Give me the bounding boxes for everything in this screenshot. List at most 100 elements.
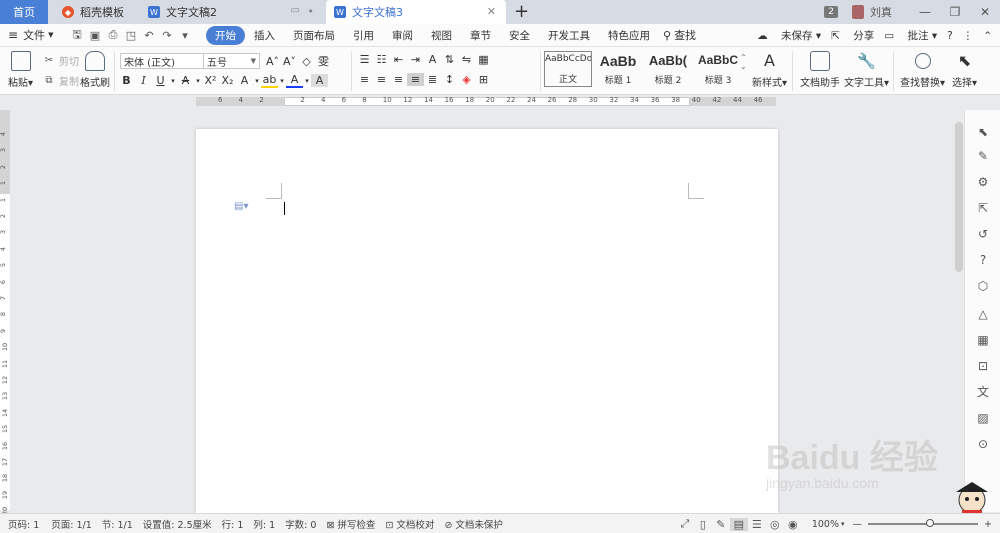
- clear-format-icon[interactable]: ◇: [298, 55, 315, 68]
- user-name[interactable]: 刘真: [870, 4, 892, 20]
- undo-icon[interactable]: ↶: [140, 29, 158, 42]
- adjust-icon[interactable]: ⚙: [975, 174, 991, 190]
- scrollbar-thumb[interactable]: [955, 122, 963, 272]
- style-heading-1[interactable]: AaBb 标题 1: [594, 51, 642, 87]
- pin-icon[interactable]: ▭: [291, 5, 300, 16]
- tab-template[interactable]: ◆ 稻壳模板: [52, 0, 136, 24]
- pages-status[interactable]: 页面: 1/1: [51, 517, 92, 531]
- paste-button[interactable]: 粘贴▾: [8, 51, 33, 89]
- underline-icon[interactable]: U: [152, 74, 169, 87]
- strikethrough-icon[interactable]: A: [177, 74, 194, 87]
- justify-icon[interactable]: ≡: [407, 73, 424, 86]
- style-heading-2[interactable]: AaBb( 标题 2: [644, 51, 692, 87]
- align-center-icon[interactable]: ≡: [373, 73, 390, 86]
- doc-helper-button[interactable]: 文档助手: [800, 51, 840, 89]
- command-search[interactable]: ⚲ 查找: [663, 27, 696, 43]
- tab-references[interactable]: 引用: [344, 28, 383, 43]
- reading-view-icon[interactable]: ▯: [694, 518, 712, 531]
- restore-icon[interactable]: ❐: [940, 5, 970, 19]
- style-normal[interactable]: AaBbCcDd 正文: [544, 51, 592, 87]
- unsaved-status[interactable]: ☁ 未保存 ▾: [757, 28, 821, 43]
- comment-button[interactable]: ▭ 批注 ▾: [884, 28, 937, 43]
- subscript-icon[interactable]: X₂: [219, 74, 236, 87]
- zoom-out-icon[interactable]: —: [853, 519, 863, 530]
- tab-doc3[interactable]: W 文字文稿3 ✕: [326, 0, 506, 24]
- shrink-font-icon[interactable]: A˅: [281, 55, 298, 68]
- help-button[interactable]: ?: [947, 30, 953, 42]
- chevron-down-icon[interactable]: ▾: [841, 520, 845, 528]
- gallery-scroll-icon[interactable]: ⌃ ⌄: [740, 53, 747, 71]
- tab-home[interactable]: 首页: [0, 0, 48, 24]
- italic-icon[interactable]: I: [135, 74, 152, 87]
- table-icon[interactable]: ▦: [975, 332, 991, 348]
- redo-icon[interactable]: ↷: [158, 29, 176, 42]
- shading-icon[interactable]: ◈: [458, 73, 475, 86]
- close-tab-icon[interactable]: ✕: [487, 5, 496, 18]
- show-marks-icon[interactable]: ⇋: [458, 53, 475, 66]
- zoom-in-icon[interactable]: +: [984, 519, 992, 530]
- border-icon[interactable]: ⊞: [475, 73, 492, 86]
- copy-button[interactable]: ⧉ 复制: [42, 73, 79, 88]
- eye-protect-icon[interactable]: ◉: [784, 518, 802, 531]
- doc-protect-button[interactable]: ⊘ 文档未保护: [444, 517, 503, 531]
- chevron-down-icon[interactable]: ▾: [253, 77, 261, 85]
- page-number-status[interactable]: 页码: 1: [8, 517, 39, 531]
- page-view-icon[interactable]: ▤: [729, 517, 748, 531]
- window-count-badge[interactable]: 2: [824, 6, 838, 18]
- print-preview-icon[interactable]: ◳: [122, 29, 140, 42]
- chevron-down-icon[interactable]: ▾: [169, 77, 177, 85]
- picture-icon[interactable]: ▨: [975, 410, 991, 426]
- pen-icon[interactable]: ✎: [975, 148, 991, 164]
- text-effect-icon[interactable]: A: [236, 74, 253, 87]
- decrease-indent-icon[interactable]: ⇤: [390, 53, 407, 66]
- chevron-down-icon[interactable]: ▾: [303, 77, 311, 85]
- char-shading-icon[interactable]: A: [311, 74, 328, 87]
- drop-icon[interactable]: △: [975, 306, 991, 322]
- text-tools-button[interactable]: 🔧 文字工具▾: [844, 51, 889, 89]
- tab-view[interactable]: 视图: [422, 28, 461, 43]
- tab-security[interactable]: 安全: [500, 28, 539, 43]
- document-page[interactable]: ▤▾: [196, 129, 778, 513]
- word-count-status[interactable]: 字数: 0: [285, 517, 316, 531]
- fullscreen-icon[interactable]: ⤢: [676, 517, 694, 531]
- close-tab-dot-icon[interactable]: •: [308, 5, 315, 18]
- style-heading-3[interactable]: AaBbC 标题 3: [694, 51, 742, 87]
- align-left-icon[interactable]: ≡: [356, 73, 373, 86]
- tab-developer[interactable]: 开发工具: [539, 28, 599, 43]
- font-color-icon[interactable]: A: [286, 73, 303, 88]
- sort-icon[interactable]: ⇅: [441, 53, 458, 66]
- vertical-scrollbar[interactable]: [954, 110, 964, 470]
- find-replace-button[interactable]: 查找替换▾: [900, 51, 945, 89]
- grow-font-icon[interactable]: A˄: [264, 55, 281, 68]
- chinese-layout-icon[interactable]: A: [424, 53, 441, 66]
- vertical-ruler[interactable]: 43211234567891011121314151617181920: [0, 110, 10, 515]
- bullet-list-icon[interactable]: ☰: [356, 53, 373, 66]
- zoom-level[interactable]: 100%: [812, 519, 839, 530]
- col-status[interactable]: 列: 1: [253, 517, 275, 531]
- help-circle-icon[interactable]: ?: [975, 252, 991, 268]
- tab-special[interactable]: 特色应用: [599, 28, 659, 43]
- section-status[interactable]: 节: 1/1: [102, 517, 133, 531]
- image-search-icon[interactable]: ⊡: [975, 358, 991, 374]
- avatar[interactable]: [852, 5, 864, 19]
- horizontal-ruler[interactable]: 6 4 2 2 4 6 8 10 12 14 16 18 20 22 24 26 28 30 32 34 36 38 40 4…: [196, 96, 776, 108]
- history-icon[interactable]: ↺: [975, 226, 991, 242]
- chevron-down-icon[interactable]: ▾: [194, 77, 202, 85]
- translate-icon[interactable]: 文: [975, 384, 991, 400]
- zoom-slider[interactable]: [868, 519, 979, 527]
- collapse-ribbon-icon[interactable]: ⌃: [983, 30, 992, 42]
- increase-indent-icon[interactable]: ⇥: [407, 53, 424, 66]
- font-size-select[interactable]: 五号 ▼: [203, 53, 260, 69]
- new-style-button[interactable]: A 新样式▾: [752, 51, 787, 89]
- tab-start[interactable]: 开始: [206, 25, 245, 45]
- tab-page-layout[interactable]: 页面布局: [284, 28, 344, 43]
- tab-doc2[interactable]: W 文字文稿2 ▭ •: [140, 0, 324, 24]
- cut-button[interactable]: ✂ 剪切: [42, 53, 79, 68]
- expand-down-icon[interactable]: ⊙: [975, 436, 991, 452]
- zoom-slider-knob[interactable]: [926, 519, 935, 527]
- doc-proof-button[interactable]: ⊡ 文档校对: [385, 517, 434, 531]
- web-view-icon[interactable]: ◎: [766, 518, 784, 531]
- select-pointer-icon[interactable]: ⬉: [975, 124, 991, 140]
- minimize-icon[interactable]: —: [910, 5, 940, 19]
- line-spacing-icon[interactable]: ↕: [441, 73, 458, 86]
